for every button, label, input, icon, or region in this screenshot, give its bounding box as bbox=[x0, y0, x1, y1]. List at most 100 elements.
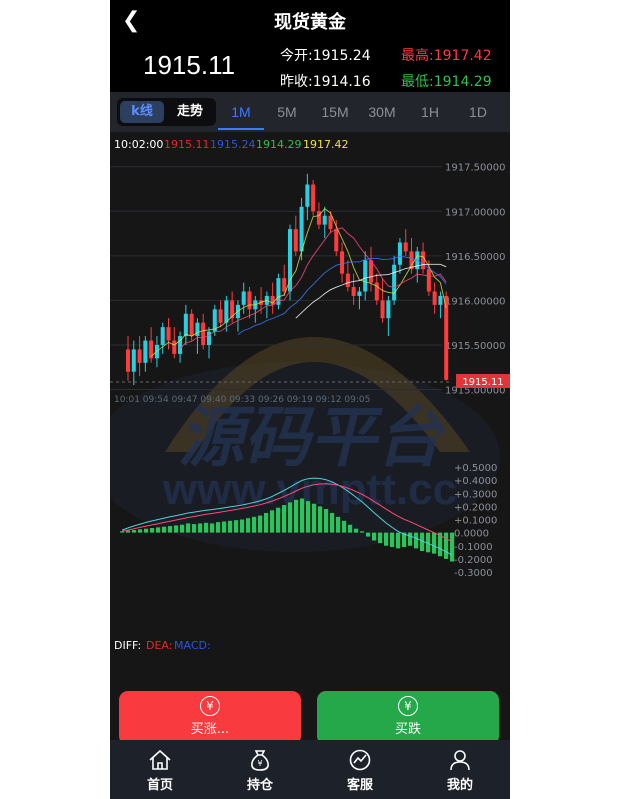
kline-tab[interactable]: k线 bbox=[120, 101, 164, 123]
macd-bar bbox=[156, 527, 161, 533]
macd-legend-macd: MACD: bbox=[174, 639, 211, 652]
candle-body bbox=[241, 291, 246, 305]
candle-body bbox=[206, 331, 212, 345]
info-open: 1915.24 bbox=[210, 138, 256, 151]
current-price: 1915.11 bbox=[143, 50, 236, 80]
timeframe-1h[interactable]: 1H bbox=[410, 92, 450, 132]
buy-down-label: 买跌 bbox=[394, 722, 421, 737]
macd-bar bbox=[336, 516, 341, 533]
chart-mode-toggle: k线 走势 bbox=[117, 98, 216, 126]
price-tick-label: 1916.50000 bbox=[445, 252, 505, 263]
macd-bar bbox=[198, 523, 203, 533]
macd-bar bbox=[306, 501, 311, 533]
timeframe-15m[interactable]: 15M bbox=[315, 92, 355, 132]
tab-mine[interactable]: 我的 bbox=[410, 744, 510, 793]
macd-bar bbox=[222, 521, 227, 533]
timeframe-1d[interactable]: 1D bbox=[458, 92, 498, 132]
price-tick-label: 1917.00000 bbox=[445, 207, 505, 218]
macd-bar bbox=[360, 531, 365, 533]
tab-positions[interactable]: ¥ 持仓 bbox=[210, 744, 310, 793]
bottom-tabbar: 首页 ¥ 持仓 客服 我的 bbox=[110, 740, 510, 799]
macd-bar bbox=[240, 519, 245, 533]
info-close: 1915.11 bbox=[164, 138, 210, 151]
macd-bar bbox=[162, 526, 167, 533]
candle-body bbox=[201, 322, 206, 345]
candle-body bbox=[305, 184, 310, 207]
macd-tick-label: -0.2000 bbox=[454, 555, 493, 566]
macd-bar bbox=[384, 532, 389, 546]
user-icon bbox=[450, 750, 470, 771]
macd-bar bbox=[300, 498, 305, 533]
candle-body bbox=[426, 269, 431, 292]
macd-bar bbox=[294, 499, 299, 533]
candle-body bbox=[328, 215, 333, 230]
home-icon bbox=[149, 749, 171, 770]
macd-bar bbox=[180, 524, 185, 533]
candle-body bbox=[247, 291, 252, 310]
candle-body bbox=[403, 242, 408, 252]
moving-averages bbox=[150, 207, 447, 357]
phone-screen: ❮ 现货黄金 1915.11 今开:1915.24 最高:1917.42 昨收:… bbox=[110, 0, 510, 799]
high-stat: 最高:1917.42 bbox=[401, 45, 492, 65]
candle-body bbox=[392, 264, 397, 301]
timeframe-5m[interactable]: 5M bbox=[267, 92, 307, 132]
candle-body bbox=[143, 340, 148, 363]
macd-legend-dea: DEA: bbox=[146, 639, 172, 652]
yen-icon: ¥ bbox=[200, 696, 220, 716]
svg-text:¥: ¥ bbox=[257, 759, 262, 768]
macd-bar bbox=[126, 530, 131, 533]
timeframe-1m[interactable]: 1M bbox=[218, 92, 264, 132]
candle-body bbox=[432, 291, 437, 305]
macd-bar bbox=[246, 518, 251, 533]
macd-bar bbox=[174, 525, 179, 533]
buy-down-button[interactable]: ¥ 买跌 bbox=[317, 691, 499, 745]
kline-chart[interactable]: 源码平台 www.ymptt.cc 10:02:00 1915.11 1915.… bbox=[110, 132, 510, 680]
macd-bar bbox=[168, 526, 173, 533]
money-bag-icon: ¥ bbox=[251, 750, 269, 771]
macd-bar bbox=[312, 503, 317, 533]
macd-bar bbox=[228, 520, 233, 533]
page-title: 现货黄金 bbox=[274, 12, 346, 33]
tab-home[interactable]: 首页 bbox=[110, 744, 210, 793]
candle-body bbox=[351, 287, 356, 296]
macd-bar bbox=[264, 512, 269, 533]
candle-body bbox=[287, 229, 293, 292]
macd-bar bbox=[390, 532, 395, 548]
macd-bar bbox=[288, 502, 293, 533]
candle-body bbox=[137, 349, 142, 363]
candle-body bbox=[293, 229, 298, 252]
macd-tick-label: +0.4000 bbox=[454, 476, 497, 487]
macd-bar bbox=[216, 522, 221, 533]
info-high: 1917.42 bbox=[303, 138, 349, 151]
price-axis: 1917.50000 1917.00000 1916.50000 1916.00000… bbox=[445, 163, 505, 397]
time-axis-labels: 10:01 09:54 09:47 09:40 09:33 09:26 09:1… bbox=[114, 395, 370, 405]
macd-bar bbox=[450, 532, 455, 562]
tab-service[interactable]: 客服 bbox=[310, 744, 410, 793]
macd-bar bbox=[378, 532, 383, 544]
candle-body bbox=[444, 295, 449, 380]
tab-mine-label: 我的 bbox=[446, 778, 473, 793]
macd-bar bbox=[144, 528, 149, 533]
macd-bar bbox=[318, 506, 323, 533]
macd-bar bbox=[234, 520, 239, 533]
candle-body bbox=[125, 349, 131, 372]
macd-tick-label: +0.3000 bbox=[454, 489, 497, 500]
buy-up-button[interactable]: ¥ 买涨... bbox=[119, 691, 301, 745]
macd-axis: +0.5000 +0.4000 +0.3000 +0.2000 +0.1000 0.000… bbox=[454, 463, 497, 579]
chart-circle-icon bbox=[349, 749, 371, 771]
candle-body bbox=[340, 251, 345, 274]
open-label: 今开: bbox=[280, 48, 313, 64]
macd-bar bbox=[444, 532, 449, 559]
tab-positions-label: 持仓 bbox=[246, 778, 273, 793]
candle-body bbox=[160, 327, 165, 345]
timeframe-30m[interactable]: 30M bbox=[362, 92, 402, 132]
macd-bar bbox=[138, 529, 143, 533]
macd-tick-label: -0.3000 bbox=[454, 568, 493, 579]
candle-body bbox=[224, 300, 229, 323]
macd-tick-label: +0.2000 bbox=[454, 502, 497, 513]
macd-bar bbox=[132, 530, 137, 533]
chart-info: 10:02:00 1915.11 1915.24 1914.29 1917.42 bbox=[114, 138, 349, 151]
price-tick-label: 1915.50000 bbox=[445, 341, 505, 352]
candle-body bbox=[195, 322, 200, 337]
trend-tab[interactable]: 走势 bbox=[167, 101, 213, 123]
